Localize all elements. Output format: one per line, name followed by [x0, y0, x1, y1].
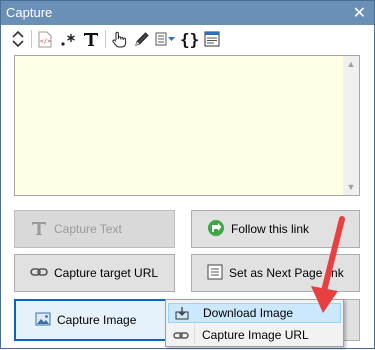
toolbar: </> {}: [1, 25, 374, 53]
capture-image-button[interactable]: Capture Image: [14, 299, 175, 341]
follow-link-label: Follow this link: [231, 222, 310, 236]
capture-text-input[interactable]: [15, 56, 347, 199]
chain-link-icon: [30, 266, 48, 280]
html-source-icon[interactable]: </>: [36, 28, 54, 50]
follow-arrow-icon: [207, 219, 225, 240]
menu-item-label: Download Image: [203, 306, 294, 320]
toolbar-separator: [31, 30, 32, 48]
chain-link-icon: [168, 331, 194, 340]
form-icon[interactable]: [203, 28, 221, 50]
list-page-icon: [207, 264, 223, 283]
menu-item-label: Capture Image URL: [202, 328, 309, 342]
set-next-page-label: Set as Next Page link: [229, 266, 344, 280]
text-icon: [30, 219, 48, 240]
capture-target-url-label: Capture target URL: [54, 266, 159, 280]
capture-image-label: Capture Image: [57, 313, 137, 327]
title-bar: Capture ✕: [1, 1, 374, 25]
capture-text-button[interactable]: Capture Text: [14, 210, 175, 248]
capture-target-url-button[interactable]: Capture target URL: [14, 254, 175, 292]
regex-icon[interactable]: [59, 28, 77, 50]
image-icon: [35, 312, 51, 329]
text-icon[interactable]: [81, 28, 101, 50]
expand-collapse-icon[interactable]: [9, 28, 27, 50]
dropdown-list-icon[interactable]: [155, 28, 177, 50]
menu-item-download-image[interactable]: Download Image: [168, 303, 341, 323]
capture-image-menu: Download Image Capture Image URL: [165, 299, 344, 347]
scroll-down-icon[interactable]: ▼: [343, 179, 359, 195]
svg-text:</>: </>: [40, 38, 51, 45]
vertical-scrollbar[interactable]: ▲ ▼: [343, 56, 359, 195]
close-icon[interactable]: ✕: [353, 3, 366, 23]
toolbar-separator: [105, 30, 106, 48]
download-icon: [169, 306, 195, 320]
scroll-up-icon[interactable]: ▲: [343, 56, 359, 72]
window-title: Capture: [6, 5, 53, 20]
follow-link-button[interactable]: Follow this link: [191, 210, 360, 248]
capture-text-area[interactable]: ▲ ▼: [14, 55, 360, 199]
capture-window: Capture ✕ </> {} ▲ ▼ Capture Text Follow…: [0, 0, 375, 349]
svg-text:{}: {}: [180, 30, 199, 48]
braces-icon[interactable]: {}: [179, 28, 201, 50]
capture-text-label: Capture Text: [54, 222, 122, 236]
hand-pointer-icon[interactable]: [110, 28, 128, 50]
menu-item-capture-image-url[interactable]: Capture Image URL: [168, 325, 341, 345]
set-next-page-button[interactable]: Set as Next Page link: [191, 254, 360, 292]
pencil-icon[interactable]: [133, 28, 151, 50]
